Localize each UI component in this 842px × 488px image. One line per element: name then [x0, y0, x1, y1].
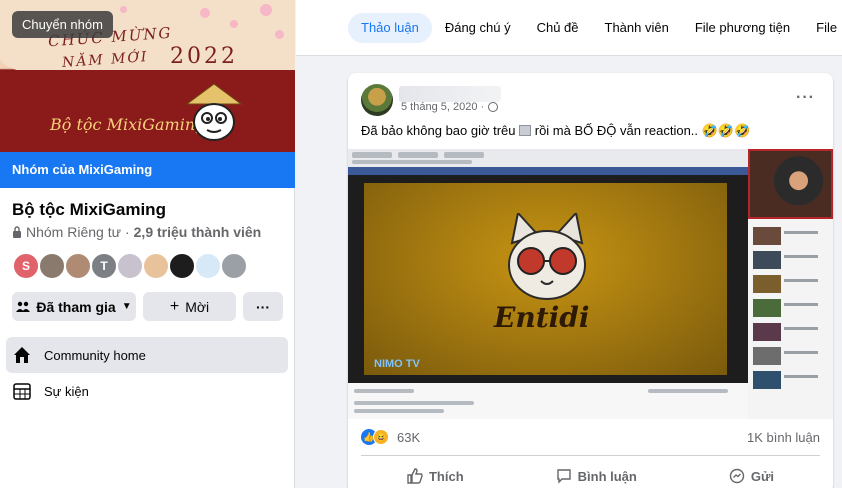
globe-icon: [488, 102, 499, 112]
cover-year: 2022: [170, 44, 238, 69]
invite-label: Mời: [185, 298, 210, 315]
blossom-icon: [260, 4, 272, 16]
member-avatars[interactable]: ST: [12, 252, 248, 280]
tab-topics[interactable]: Chủ đề: [524, 13, 592, 43]
send-label: Gửi: [750, 468, 774, 484]
blossom-icon: [230, 20, 238, 28]
group-cover-photo: CHÚC MỪNG NĂM MỚI 2022 Bộ tộc MixiGaming…: [0, 0, 295, 152]
messenger-icon: [729, 468, 745, 484]
comment-button[interactable]: Bình luận: [556, 468, 637, 484]
comment-icon: [556, 469, 571, 484]
calendar-icon: [13, 383, 31, 400]
group-privacy[interactable]: Nhóm Riêng tư: [26, 224, 121, 240]
lock-icon: [13, 226, 21, 238]
post-author-avatar[interactable]: [361, 84, 393, 116]
plus-icon: +: [169, 297, 180, 315]
streamer-webcam: [748, 149, 833, 219]
post-date[interactable]: 5 tháng 5, 2020 ·: [401, 101, 499, 113]
joined-label: Đã tham gia: [36, 298, 116, 315]
post-text-part1: Đã bảo không bao giờ trêu: [361, 123, 520, 138]
group-owner-banner[interactable]: Nhóm của MixiGaming: [0, 152, 295, 188]
member-avatar[interactable]: [142, 252, 170, 280]
comment-label: Bình luận: [577, 468, 637, 484]
stream-frame: Entidi NIMO TV: [348, 175, 748, 383]
member-avatar[interactable]: [38, 252, 66, 280]
video-thumb: [753, 347, 781, 365]
blossom-icon: [120, 6, 127, 13]
post-image[interactable]: Entidi NIMO TV: [348, 149, 833, 419]
screenshot-fb-strip: [348, 167, 748, 175]
group-sidebar: CHÚC MỪNG NĂM MỚI 2022 Bộ tộc MixiGaming…: [0, 0, 295, 488]
member-avatar[interactable]: [194, 252, 222, 280]
tab-members[interactable]: Thành viên: [592, 13, 682, 43]
member-avatar[interactable]: [168, 252, 196, 280]
stream-overlay-title: Entidi: [494, 301, 590, 334]
nav-events[interactable]: Sự kiện: [6, 373, 288, 409]
like-button[interactable]: Thích: [407, 468, 464, 484]
video-thumb-caption: [784, 231, 818, 234]
nav-community-home-label: Community home: [44, 347, 146, 363]
stream-video: Entidi NIMO TV: [364, 183, 727, 375]
video-thumb: [753, 299, 781, 317]
video-thumb-caption: [784, 375, 818, 378]
video-thumb-caption: [784, 303, 818, 306]
group-meta: Nhóm Riêng tư · 2,9 triệu thành viên: [12, 224, 261, 240]
post-author-name-redacted[interactable]: [399, 86, 501, 102]
tab-featured[interactable]: Đáng chú ý: [432, 13, 524, 43]
member-avatar[interactable]: [64, 252, 92, 280]
video-thumb: [753, 251, 781, 269]
video-thumb-caption: [784, 327, 818, 330]
cover-red-band: [0, 70, 295, 152]
home-icon: [14, 347, 30, 363]
nimo-tv-logo: NIMO TV: [374, 358, 420, 370]
video-thumb-caption: [784, 351, 818, 354]
mascot-icon: [185, 83, 243, 141]
tab-media[interactable]: File phương tiện: [682, 13, 803, 43]
tab-discussion[interactable]: Thảo luận: [348, 12, 432, 43]
member-avatar[interactable]: T: [90, 252, 118, 280]
member-avatar[interactable]: [116, 252, 144, 280]
post-actions: Thích Bình luận Gửi: [361, 459, 820, 488]
video-thumb: [753, 275, 781, 293]
post-divider: [361, 455, 820, 456]
invite-button[interactable]: + Mời: [143, 292, 236, 321]
cat-mascot-icon: [508, 213, 586, 300]
blossom-icon: [200, 8, 210, 18]
thumbs-up-icon: [407, 468, 423, 484]
meta-separator: ·: [124, 224, 130, 240]
haha-reaction-icon: 😆: [373, 429, 389, 445]
send-button[interactable]: Gửi: [729, 468, 774, 484]
group-tabs: Thảo luận Đáng chú ý Chủ đề Thành viên F…: [296, 0, 842, 56]
switch-group-button[interactable]: Chuyển nhóm: [12, 11, 113, 38]
nav-events-label: Sự kiện: [44, 383, 89, 399]
nav-community-home[interactable]: Community home: [6, 337, 288, 373]
video-thumb: [753, 323, 781, 341]
caret-down-icon: ▼: [121, 301, 132, 312]
screenshot-below-stream: [348, 383, 748, 419]
post-options-button[interactable]: ···: [796, 89, 815, 107]
people-icon: [16, 301, 31, 312]
video-thumb: [753, 227, 781, 245]
video-thumb-caption: [784, 279, 818, 282]
like-label: Thích: [428, 468, 464, 484]
post-text-part2: rồi mà BỐ ĐỘ vẫn reaction.. 🤣🤣🤣: [531, 123, 751, 138]
group-member-count[interactable]: 2,9 triệu thành viên: [134, 224, 262, 240]
joined-button[interactable]: Đã tham gia ▼: [12, 292, 136, 321]
member-avatar[interactable]: [220, 252, 248, 280]
group-title[interactable]: Bộ tộc MixiGaming: [12, 200, 166, 220]
member-avatar[interactable]: S: [12, 252, 40, 280]
feed-post: 5 tháng 5, 2020 · ··· Đã bảo không bao g…: [348, 73, 833, 488]
reaction-count: 63K: [397, 429, 421, 445]
comment-count[interactable]: 1K bình luận: [747, 430, 820, 445]
video-thumb: [753, 371, 781, 389]
censored-mark: [519, 125, 532, 136]
video-thumb-caption: [784, 255, 818, 258]
post-date-text: 5 tháng 5, 2020 ·: [401, 101, 485, 113]
tab-files[interactable]: File: [803, 13, 842, 43]
post-text: Đã bảo không bao giờ trêu rồi mà BỐ ĐỘ v…: [361, 123, 750, 139]
reaction-summary[interactable]: 👍 😆 63K: [361, 429, 420, 445]
blossom-icon: [275, 30, 284, 39]
more-options-button[interactable]: ···: [243, 292, 283, 321]
group-actions: Đã tham gia ▼ + Mời ···: [12, 292, 283, 321]
